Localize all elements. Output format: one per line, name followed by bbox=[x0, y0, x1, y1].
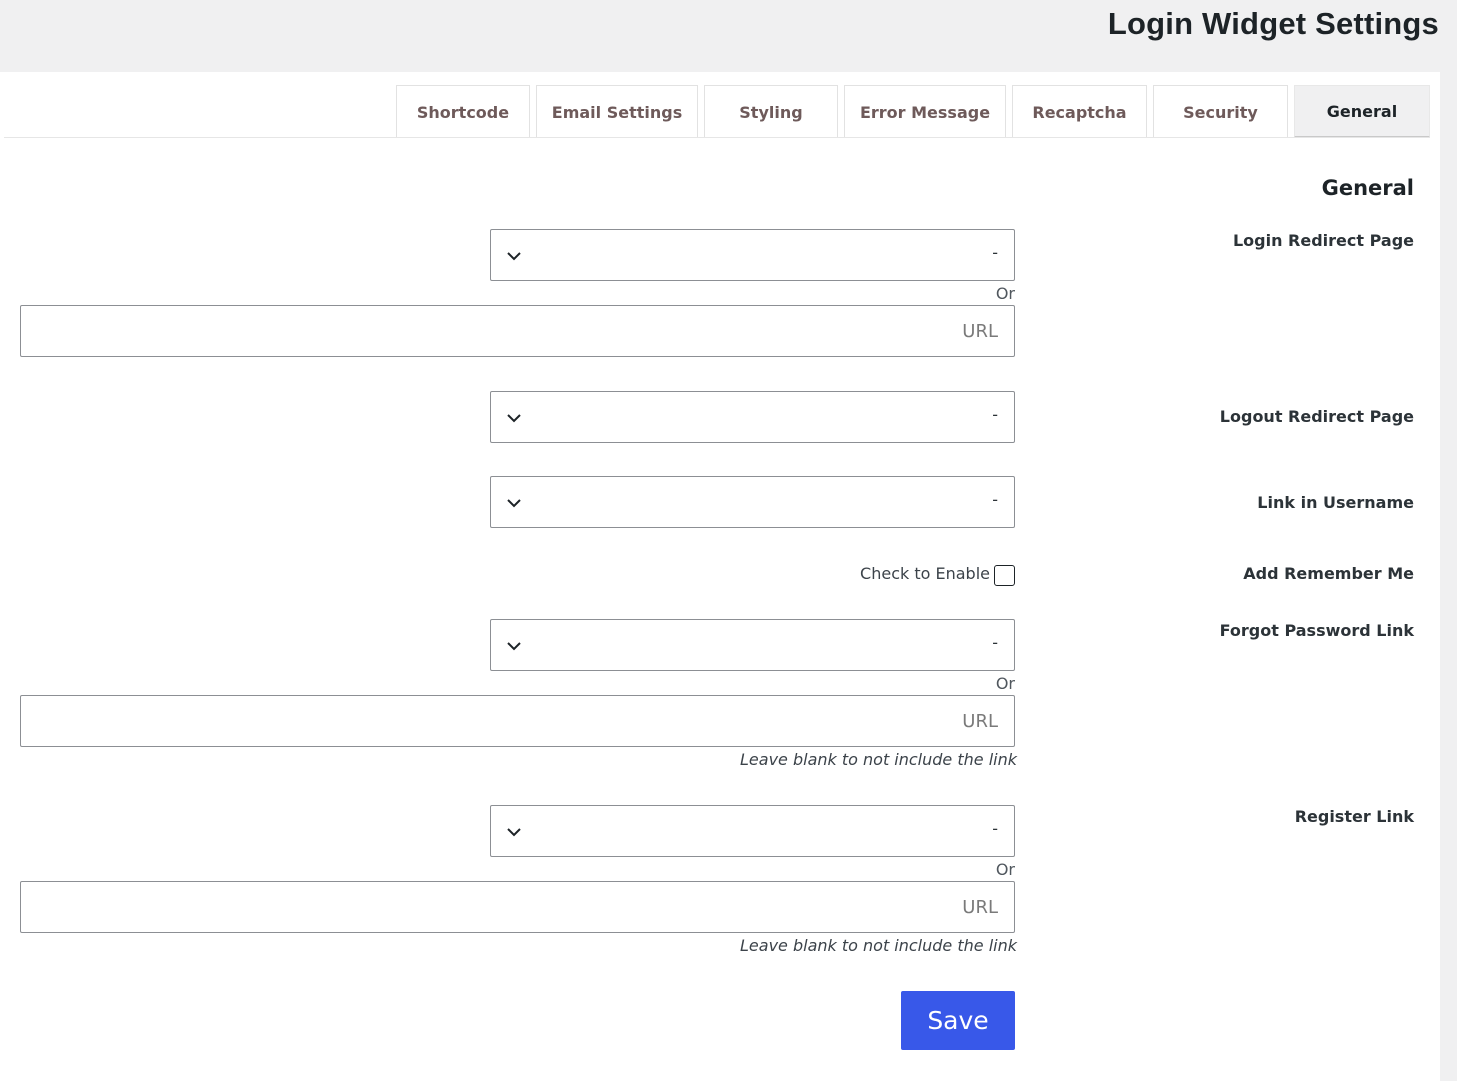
link-in-username-label: Link in Username bbox=[1257, 493, 1414, 512]
section-title: General bbox=[1321, 176, 1414, 200]
forgot-password-url-input[interactable] bbox=[20, 695, 1015, 747]
remember-me-label: Add Remember Me bbox=[1243, 564, 1414, 583]
tab-styling[interactable]: Styling bbox=[704, 85, 838, 138]
or-text: Or bbox=[995, 860, 1015, 879]
tab-email-settings[interactable]: Email Settings bbox=[536, 85, 698, 138]
or-text: Or bbox=[995, 674, 1015, 693]
login-redirect-url-input[interactable] bbox=[20, 305, 1015, 357]
chevron-down-icon bbox=[507, 828, 521, 837]
chevron-down-icon bbox=[507, 642, 521, 651]
link-in-username-select[interactable]: - bbox=[490, 476, 1015, 528]
chevron-down-icon bbox=[507, 499, 521, 508]
page-header: Login Widget Settings bbox=[0, 0, 1457, 72]
save-button[interactable]: Save bbox=[901, 991, 1015, 1050]
select-value: - bbox=[992, 490, 998, 509]
hint-text: Leave blank to not include the link bbox=[740, 750, 1017, 769]
hint-text: Leave blank to not include the link bbox=[740, 936, 1017, 955]
register-url-input[interactable] bbox=[20, 881, 1015, 933]
tab-security[interactable]: Security bbox=[1153, 85, 1288, 138]
panel-edge bbox=[1440, 72, 1457, 1081]
check-to-enable-label: Check to Enable bbox=[860, 564, 990, 583]
chevron-down-icon bbox=[507, 252, 521, 261]
tab-shortcode[interactable]: Shortcode bbox=[396, 85, 530, 138]
tab-recaptcha[interactable]: Recaptcha bbox=[1012, 85, 1147, 138]
or-text: Or bbox=[995, 284, 1015, 303]
login-redirect-select[interactable]: - bbox=[490, 229, 1015, 281]
select-value: - bbox=[992, 405, 998, 424]
tabs-divider bbox=[4, 137, 1430, 138]
logout-redirect-select[interactable]: - bbox=[490, 391, 1015, 443]
tab-general[interactable]: General bbox=[1294, 85, 1430, 138]
register-link-label: Register Link bbox=[1294, 807, 1414, 826]
forgot-password-label: Forgot Password Link bbox=[1219, 621, 1414, 640]
chevron-down-icon bbox=[507, 414, 521, 423]
forgot-password-select[interactable]: - bbox=[490, 619, 1015, 671]
select-value: - bbox=[992, 633, 998, 652]
tab-error-message[interactable]: Error Message bbox=[844, 85, 1006, 138]
login-redirect-label: Login Redirect Page bbox=[1232, 231, 1414, 250]
register-link-select[interactable]: - bbox=[490, 805, 1015, 857]
remember-me-checkbox[interactable] bbox=[994, 565, 1015, 586]
select-value: - bbox=[992, 819, 998, 838]
logout-redirect-label: Logout Redirect Page bbox=[1219, 407, 1414, 426]
select-value: - bbox=[992, 243, 998, 262]
page-title: Login Widget Settings bbox=[1107, 6, 1439, 41]
